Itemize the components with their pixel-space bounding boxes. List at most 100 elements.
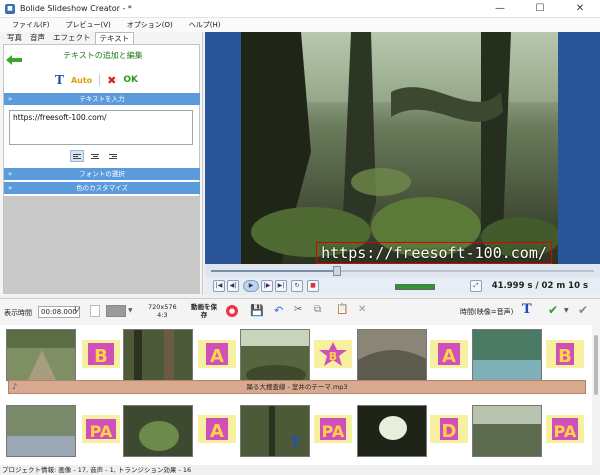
transition-icon[interactable]: B [314,340,352,368]
timeline-toolbar: 表示時間 00:08.000 ⅟ ▼ 720x576 4:3 動画を保存 ● 💾 … [0,298,600,325]
align-center-icon[interactable] [88,150,102,162]
timeline: B A B A B PA A PA D PA T [0,325,600,465]
minimize-button[interactable]: — [480,0,520,18]
timeline-scrollbar[interactable] [592,325,600,465]
fullscreen-icon[interactable]: ⤢ [470,280,482,292]
menu-file[interactable]: ファイル(F) [12,20,50,30]
status-bar: プロジェクト情報: 画像 - 17, 音声 - 1, トランジション効果 - 1… [0,465,600,475]
title-bar: ■ Bolide Slideshow Creator - * — ☐ ✕ [0,0,600,18]
transition-icon[interactable]: PA [314,415,352,443]
section-text-input[interactable]: » テキストを入力 [4,93,200,105]
undo-icon[interactable]: ↶ [274,304,283,317]
svg-text:PA: PA [322,422,345,441]
scrollbar-thumb[interactable] [594,335,598,395]
save-video-button[interactable]: 動画を保存 [190,303,218,319]
copy-icon[interactable]: ⧉ [314,304,321,315]
timeline-thumbnail[interactable] [357,405,427,457]
transition-icon[interactable]: D [430,415,468,443]
audio-track[interactable]: ♪ 踊る大捜査線 - 室井のテーマ.mp3 [8,380,586,394]
transition-icon[interactable]: A [430,340,468,368]
auto-button[interactable]: Auto [71,76,92,85]
timeline-thumbnail[interactable] [123,405,193,457]
background-color-picker[interactable] [106,305,126,317]
chevron-right-icon: » [8,184,13,192]
seek-handle[interactable] [333,266,342,276]
check-icon[interactable]: ✔ [548,303,558,317]
divider [99,74,101,86]
playback-controls: |◀ ◀| ▶ |▶ ▶| ↻ ■ ⤢ 41.999 s / 02 m 10 s [205,278,600,295]
timeline-thumbnail[interactable] [240,329,310,381]
transition-icon[interactable]: A [198,415,236,443]
time-current: 41.999 s [491,281,533,291]
maximize-button[interactable]: ☐ [520,0,560,18]
section-text-input-label: テキストを入力 [79,95,125,103]
tab-audio[interactable]: 音声 [26,32,49,44]
aspect-value: 4:3 [157,311,168,319]
transition-icon[interactable]: PA [546,415,584,443]
menu-help[interactable]: ヘルプ(H) [189,20,221,30]
text-input-field[interactable]: https://freesoft-100.com/ [9,110,193,145]
align-right-icon[interactable] [106,150,120,162]
text-marker-icon[interactable]: T [290,435,300,451]
chevron-down-icon: » [8,95,13,103]
menu-preview[interactable]: プレビュー(V) [66,20,111,30]
menu-options[interactable]: オプション(O) [127,20,173,30]
prev-frame-icon[interactable]: ◀| [227,280,239,292]
app-icon: ■ [5,3,15,14]
delete-item-icon[interactable]: ✕ [358,304,366,315]
timeline-thumbnail[interactable] [472,405,542,457]
timeline-thumbnail[interactable] [472,329,542,381]
check-all-icon[interactable]: ✔ [578,303,588,317]
align-buttons [70,150,120,162]
loop-icon[interactable]: ↻ [291,280,303,292]
align-left-icon[interactable] [70,150,84,162]
record-icon[interactable]: ● [226,305,238,317]
time-display: 41.999 s / 02 m 10 s [492,281,588,291]
chevron-right-icon: » [8,170,13,178]
section-color[interactable]: » 色のカスタマイズ [4,182,200,194]
play-icon[interactable]: ▶ [243,280,259,292]
timeline-thumbnail[interactable] [6,329,76,381]
chevron-down-icon[interactable]: ▼ [128,307,133,314]
seek-bar[interactable] [205,264,600,278]
save-icon[interactable]: 💾 [250,304,264,317]
color-swatch[interactable] [90,305,100,317]
stop-icon[interactable]: ■ [307,280,319,292]
paste-icon[interactable]: 📋 [336,304,348,315]
text-icon[interactable]: T [522,302,532,317]
ok-button[interactable]: OK [123,75,138,85]
panel-empty-area [4,196,200,294]
menu-bar: ファイル(F) プレビュー(V) オプション(O) ヘルプ(H) [0,18,600,32]
transition-icon[interactable]: B [546,340,584,368]
text-add-icon[interactable]: T [55,73,64,87]
skip-end-icon[interactable]: ▶| [275,280,287,292]
window-title: Bolide Slideshow Creator - * [20,4,132,13]
svg-text:B: B [329,350,337,363]
skip-start-icon[interactable]: |◀ [213,280,225,292]
cut-icon[interactable]: ✂ [294,304,302,315]
text-tool-row: T Auto ✖ OK [55,73,138,87]
apply-all-icon[interactable]: ⅟ [74,306,79,315]
transition-icon[interactable]: A [198,340,236,368]
section-color-label: 色のカスタマイズ [76,184,128,192]
back-arrow-icon[interactable] [6,55,22,65]
transition-icon[interactable]: PA [82,415,120,443]
tab-effect[interactable]: エフェクト [49,32,95,44]
volume-slider[interactable] [395,284,435,290]
resolution-label[interactable]: 720x576 4:3 [148,303,177,319]
svg-text:A: A [210,346,224,367]
tab-text[interactable]: テキスト [94,32,135,44]
timeline-thumbnail[interactable] [357,329,427,381]
resolution-value: 720x576 [148,303,177,311]
close-button[interactable]: ✕ [560,0,600,18]
section-font[interactable]: » フォントの選択 [4,168,200,180]
chevron-down-icon[interactable]: ▼ [564,307,569,314]
overlay-text[interactable]: https://freesoft-100.com/ [316,242,552,264]
delete-icon[interactable]: ✖ [107,74,116,87]
timeline-thumbnail[interactable] [123,329,193,381]
tab-photo[interactable]: 写真 [3,32,26,44]
time-mode-label[interactable]: 時間(映像=音声) [460,307,513,317]
next-frame-icon[interactable]: |▶ [261,280,273,292]
transition-icon[interactable]: B [82,340,120,368]
timeline-thumbnail[interactable] [6,405,76,457]
